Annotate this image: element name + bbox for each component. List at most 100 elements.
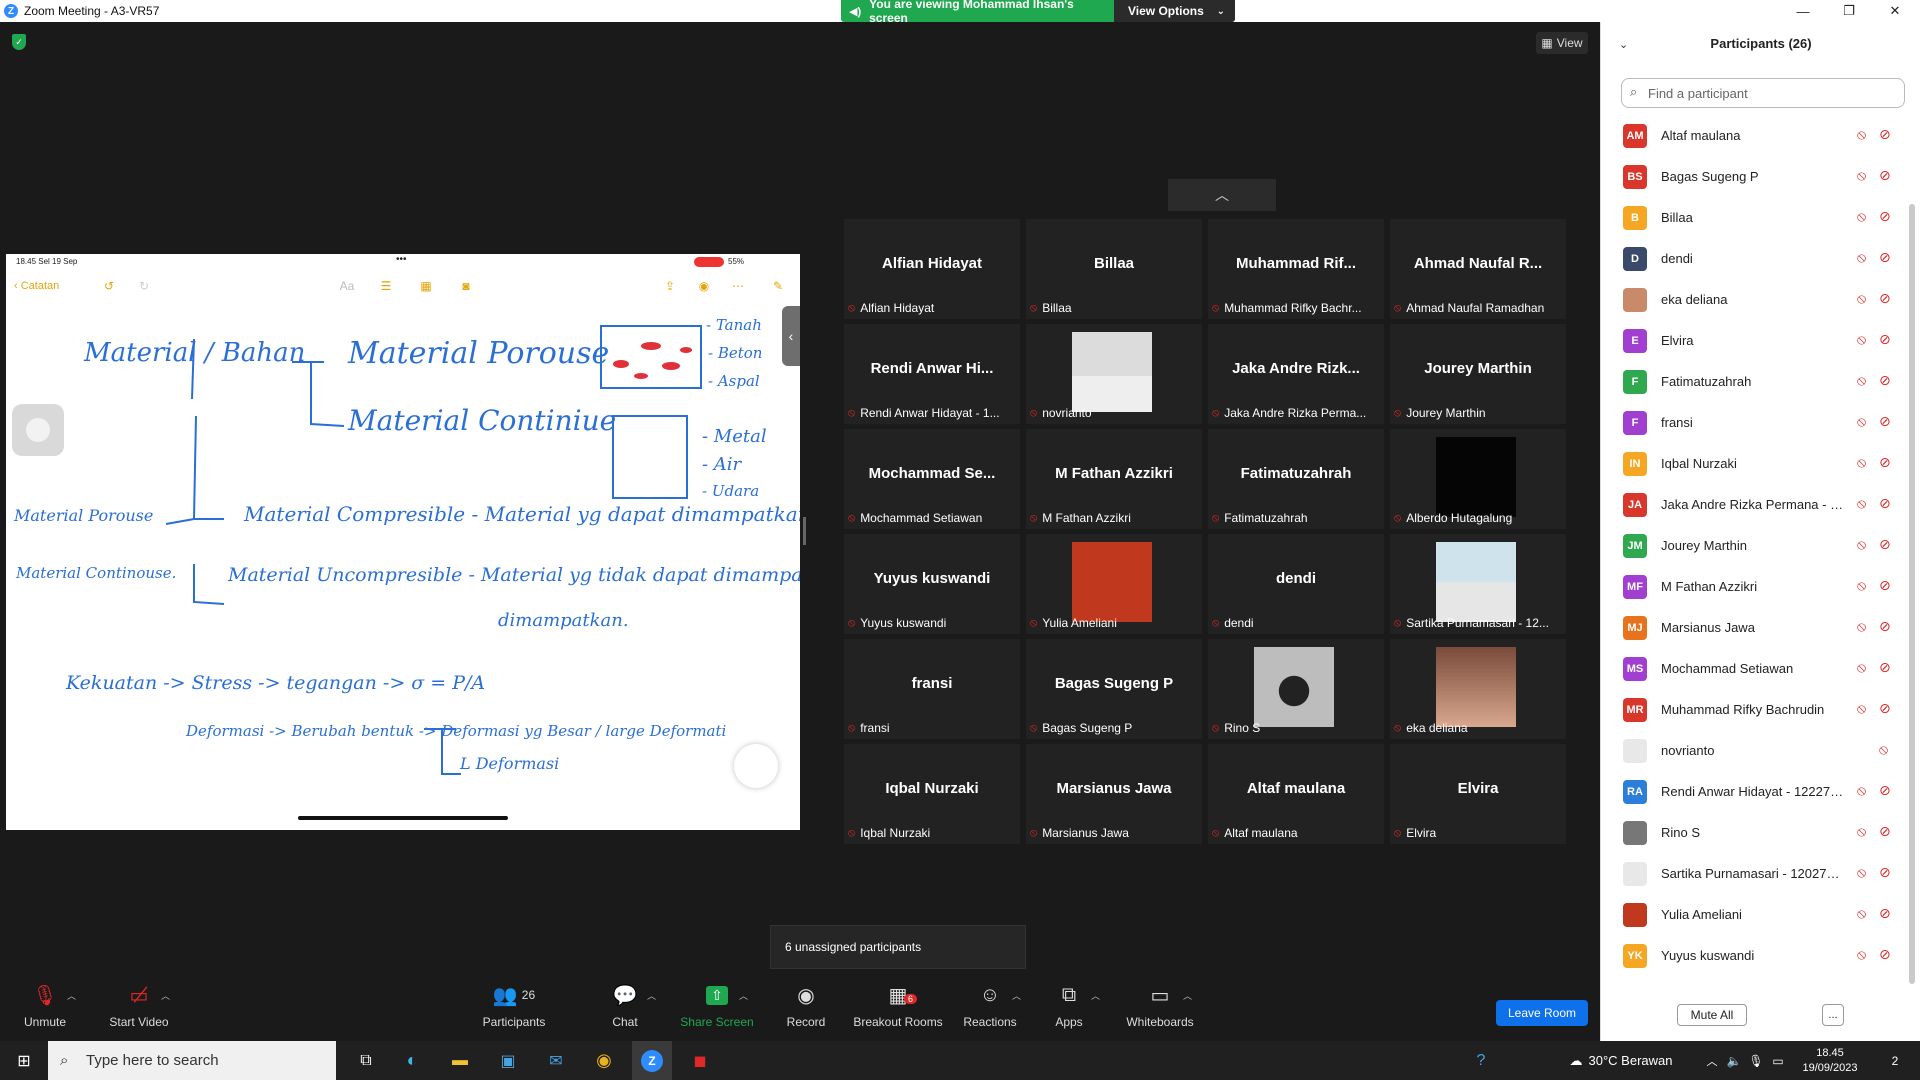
mic-muted-icon[interactable]: ⦸ bbox=[1857, 372, 1866, 389]
participant-tile[interactable]: Billaa ⦸ Billaa bbox=[1026, 219, 1202, 319]
chat-button[interactable]: 💬 Chat ︿ bbox=[580, 977, 670, 1041]
participant-tile[interactable]: Alfian Hidayat ⦸ Alfian Hidayat bbox=[844, 219, 1020, 319]
participant-tile[interactable]: Yuyus kuswandi ⦸ Yuyus kuswandi bbox=[844, 534, 1020, 634]
participant-row[interactable]: MS Mochammad Setiawan ⦸ ⊘ bbox=[1601, 649, 1901, 690]
participant-row[interactable]: eka deliana ⦸ ⊘ bbox=[1601, 280, 1901, 321]
participant-row[interactable]: YK Yuyus kuswandi ⦸ ⊘ bbox=[1601, 936, 1901, 977]
video-options-caret[interactable]: ︿ bbox=[161, 989, 170, 1002]
microphone-icon[interactable]: 🎙 bbox=[1746, 1041, 1766, 1080]
participant-tile[interactable]: fransi ⦸ fransi bbox=[844, 639, 1020, 739]
reactions-options-caret[interactable]: ︿ bbox=[1012, 989, 1021, 1002]
tray-chevron-icon[interactable]: ︿ bbox=[1704, 1041, 1720, 1080]
mic-muted-icon[interactable]: ⦸ bbox=[1857, 659, 1866, 676]
whiteboards-button[interactable]: ▭ Whiteboards ︿ bbox=[1114, 977, 1206, 1041]
participant-tile[interactable]: Jourey Marthin ⦸ Jourey Marthin bbox=[1390, 324, 1566, 424]
participant-tile[interactable]: M Fathan Azzikri ⦸ M Fathan Azzikri bbox=[1026, 429, 1202, 529]
participant-search-input[interactable]: ⌕ Find a participant bbox=[1621, 78, 1905, 108]
participant-tile[interactable]: ⦸ eka deliana bbox=[1390, 639, 1566, 739]
participant-row[interactable]: MF M Fathan Azzikri ⦸ ⊘ bbox=[1601, 567, 1901, 608]
mic-muted-icon[interactable]: ⦸ bbox=[1857, 290, 1866, 307]
more-options-button[interactable]: ... bbox=[1822, 1004, 1844, 1026]
video-off-icon[interactable]: ⊘ bbox=[1879, 618, 1891, 635]
mic-muted-icon[interactable]: ⦸ bbox=[1857, 864, 1866, 881]
video-off-icon[interactable]: ⊘ bbox=[1879, 495, 1891, 512]
participant-tile[interactable]: ⦸ novrianto bbox=[1026, 324, 1202, 424]
participant-tile[interactable]: Muhammad Rif... ⦸ Muhammad Rifky Bachr... bbox=[1208, 219, 1384, 319]
mic-muted-icon[interactable]: ⦸ bbox=[1857, 536, 1866, 553]
participant-tile[interactable]: Ahmad Naufal R... ⦸ Ahmad Naufal Ramadhan bbox=[1390, 219, 1566, 319]
mic-muted-icon[interactable]: ⦸ bbox=[1857, 495, 1866, 512]
unmute-button[interactable]: 🎙 Unmute ︿ bbox=[0, 977, 90, 1041]
video-off-icon[interactable]: ⊘ bbox=[1879, 331, 1891, 348]
video-off-icon[interactable]: ⊘ bbox=[1879, 659, 1891, 676]
start-video-button[interactable]: ▭̸ Start Video ︿ bbox=[94, 977, 184, 1041]
participant-row[interactable]: Ddendi ⦸ ⊘ bbox=[1601, 239, 1901, 280]
participant-row[interactable]: IN Iqbal Nurzaki ⦸ ⊘ bbox=[1601, 444, 1901, 485]
mic-muted-icon[interactable]: ⦸ bbox=[1879, 741, 1888, 758]
participant-tile[interactable]: Rendi Anwar Hi... ⦸ Rendi Anwar Hidayat - … bbox=[844, 324, 1020, 424]
video-off-icon[interactable]: ⊘ bbox=[1879, 454, 1891, 471]
video-off-icon[interactable]: ⊘ bbox=[1879, 577, 1891, 594]
split-divider[interactable] bbox=[803, 517, 806, 545]
participant-tile[interactable]: Fatimatuzahrah ⦸ Fatimatuzahrah bbox=[1208, 429, 1384, 529]
taskbar-search-input[interactable]: ⌕ Type here to search bbox=[48, 1041, 336, 1080]
mic-muted-icon[interactable]: ⦸ bbox=[1857, 577, 1866, 594]
participant-row[interactable]: AM Altaf maulana ⦸ ⊘ bbox=[1601, 116, 1901, 157]
participant-tile[interactable]: Jaka Andre Rizk... ⦸ Jaka Andre Rizka Perm… bbox=[1208, 324, 1384, 424]
participants-button[interactable]: 👥 26 Participants bbox=[470, 977, 558, 1041]
video-off-icon[interactable]: ⊘ bbox=[1879, 905, 1891, 922]
participant-tile[interactable]: ⦸ Yulia Ameliani bbox=[1026, 534, 1202, 634]
participant-row[interactable]: MJ Marsianus Jawa ⦸ ⊘ bbox=[1601, 608, 1901, 649]
participant-tile[interactable]: Mochammad Se... ⦸ Mochammad Setiawan bbox=[844, 429, 1020, 529]
participant-tile[interactable]: Iqbal Nurzaki ⦸ Iqbal Nurzaki bbox=[844, 744, 1020, 844]
participant-row[interactable]: MR Muhammad Rifky Bachrudin ⦸ ⊘ bbox=[1601, 690, 1901, 731]
participant-row[interactable]: BS Bagas Sugeng P ⦸ ⊘ bbox=[1601, 157, 1901, 198]
mic-muted-icon[interactable]: ⦸ bbox=[1857, 618, 1866, 635]
mic-muted-icon[interactable]: ⦸ bbox=[1857, 126, 1866, 143]
video-off-icon[interactable]: ⊘ bbox=[1879, 413, 1891, 430]
audio-options-caret[interactable]: ︿ bbox=[67, 989, 76, 1002]
mic-muted-icon[interactable]: ⦸ bbox=[1857, 946, 1866, 963]
video-off-icon[interactable]: ⊘ bbox=[1879, 782, 1891, 799]
windows-start-icon[interactable]: ⊞ bbox=[8, 1041, 40, 1080]
mic-muted-icon[interactable]: ⦸ bbox=[1857, 249, 1866, 266]
share-screen-button[interactable]: ⇧ Share Screen ︿ bbox=[672, 977, 762, 1041]
task-view-icon[interactable]: ⧉ bbox=[346, 1041, 386, 1080]
participant-tile[interactable]: ⦸ Alberdo Hutagalung bbox=[1390, 429, 1566, 529]
participant-row[interactable]: Yulia Ameliani ⦸ ⊘ bbox=[1601, 895, 1901, 936]
video-off-icon[interactable]: ⊘ bbox=[1879, 249, 1891, 266]
volume-icon[interactable]: 🔈 bbox=[1724, 1041, 1744, 1080]
mic-muted-icon[interactable]: ⦸ bbox=[1857, 782, 1866, 799]
store-icon[interactable]: ▣ bbox=[488, 1041, 528, 1080]
video-off-icon[interactable]: ⊘ bbox=[1879, 864, 1891, 881]
participant-row[interactable]: Sartika Purnamasari - 1202724... ⦸ ⊘ bbox=[1601, 854, 1901, 895]
mic-muted-icon[interactable]: ⦸ bbox=[1857, 454, 1866, 471]
participant-row[interactable]: novrianto ⦸ bbox=[1601, 731, 1901, 772]
network-icon[interactable]: ▭ bbox=[1768, 1041, 1788, 1080]
video-off-icon[interactable]: ⊘ bbox=[1879, 290, 1891, 307]
chrome-icon[interactable]: ◉ bbox=[584, 1041, 624, 1080]
participant-row[interactable]: F Fatimatuzahrah ⦸ ⊘ bbox=[1601, 362, 1901, 403]
participant-tile[interactable]: Altaf maulana ⦸ Altaf maulana bbox=[1208, 744, 1384, 844]
video-off-icon[interactable]: ⊘ bbox=[1879, 946, 1891, 963]
share-options-caret[interactable]: ︿ bbox=[739, 989, 748, 1002]
view-options-button[interactable]: View Options ⌄ bbox=[1114, 0, 1235, 22]
participant-row[interactable]: JM Jourey Marthin ⦸ ⊘ bbox=[1601, 526, 1901, 567]
reactions-button[interactable]: ☺ Reactions ︿ bbox=[945, 977, 1035, 1041]
file-explorer-icon[interactable]: ▬ bbox=[440, 1041, 480, 1080]
minimize-button[interactable]: — bbox=[1780, 0, 1826, 22]
shared-screen[interactable]: 18.45 Sel 19 Sep ••• 55% ‹ Catatan ↺ ↻ A… bbox=[6, 254, 800, 830]
leave-room-button[interactable]: Leave Room bbox=[1496, 1000, 1588, 1026]
participant-tile[interactable]: dendi ⦸ dendi bbox=[1208, 534, 1384, 634]
mic-muted-icon[interactable]: ⦸ bbox=[1857, 331, 1866, 348]
video-off-icon[interactable]: ⊘ bbox=[1879, 536, 1891, 553]
zoom-taskbar-icon[interactable]: Z bbox=[632, 1041, 672, 1080]
mic-muted-icon[interactable]: ⦸ bbox=[1857, 413, 1866, 430]
shield-icon[interactable]: ✓ bbox=[12, 34, 26, 50]
mail-icon[interactable]: ✉ bbox=[536, 1041, 576, 1080]
participants-scrollbar[interactable] bbox=[1909, 204, 1915, 984]
participant-row[interactable]: RA Rendi Anwar Hidayat - 122272... ⦸ ⊘ bbox=[1601, 772, 1901, 813]
participant-tile[interactable]: Marsianus Jawa ⦸ Marsianus Jawa bbox=[1026, 744, 1202, 844]
view-button[interactable]: ▦ View bbox=[1536, 32, 1588, 54]
mic-muted-icon[interactable]: ⦸ bbox=[1857, 167, 1866, 184]
